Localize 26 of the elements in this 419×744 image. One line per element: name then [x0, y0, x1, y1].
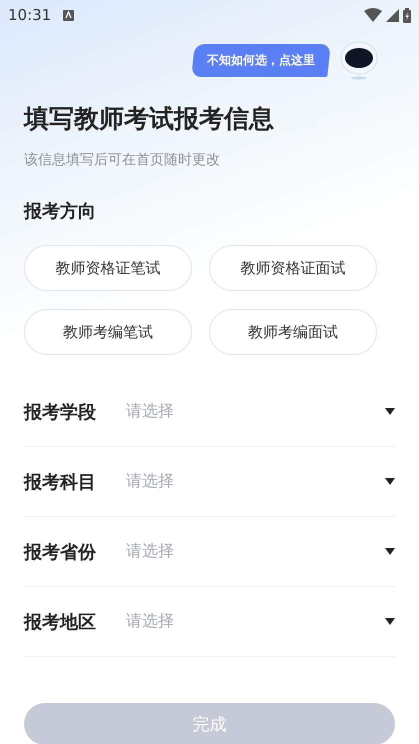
select-field[interactable]: 请选择	[126, 401, 385, 422]
signal-icon	[386, 8, 399, 22]
select-field[interactable]: 请选择	[126, 611, 385, 632]
battery-icon	[403, 8, 411, 22]
option-chip[interactable]: 教师考编面试	[209, 309, 377, 355]
select-field[interactable]: 请选择	[126, 471, 385, 492]
field-label: 报考学段	[24, 400, 97, 424]
dropdown-icon[interactable]	[385, 548, 395, 555]
option-chip[interactable]: 教师资格证笔试	[24, 245, 192, 291]
robot-mascot-icon[interactable]	[339, 40, 379, 80]
help-bubble[interactable]: 不知如何选，点这里	[191, 44, 331, 76]
status-time: 10:31	[8, 6, 52, 24]
option-chip[interactable]: 教师资格证面试	[209, 245, 377, 291]
field-label: 报考科目	[24, 470, 97, 494]
dropdown-icon[interactable]	[385, 618, 395, 625]
page-title: 填写教师考试报考信息	[24, 103, 275, 135]
dropdown-icon[interactable]	[385, 408, 395, 415]
option-chip[interactable]: 教师考编笔试	[24, 309, 192, 355]
section-label: 报考方向	[24, 200, 97, 223]
field-label: 报考地区	[24, 610, 97, 634]
dropdown-icon[interactable]	[385, 478, 395, 485]
select-field[interactable]: 请选择	[126, 541, 385, 562]
page-subtitle: 该信息填写后可在首页随时更改	[24, 151, 221, 169]
keyboard-icon	[63, 10, 74, 20]
wifi-icon	[364, 8, 382, 22]
field-label: 报考省份	[24, 540, 97, 564]
